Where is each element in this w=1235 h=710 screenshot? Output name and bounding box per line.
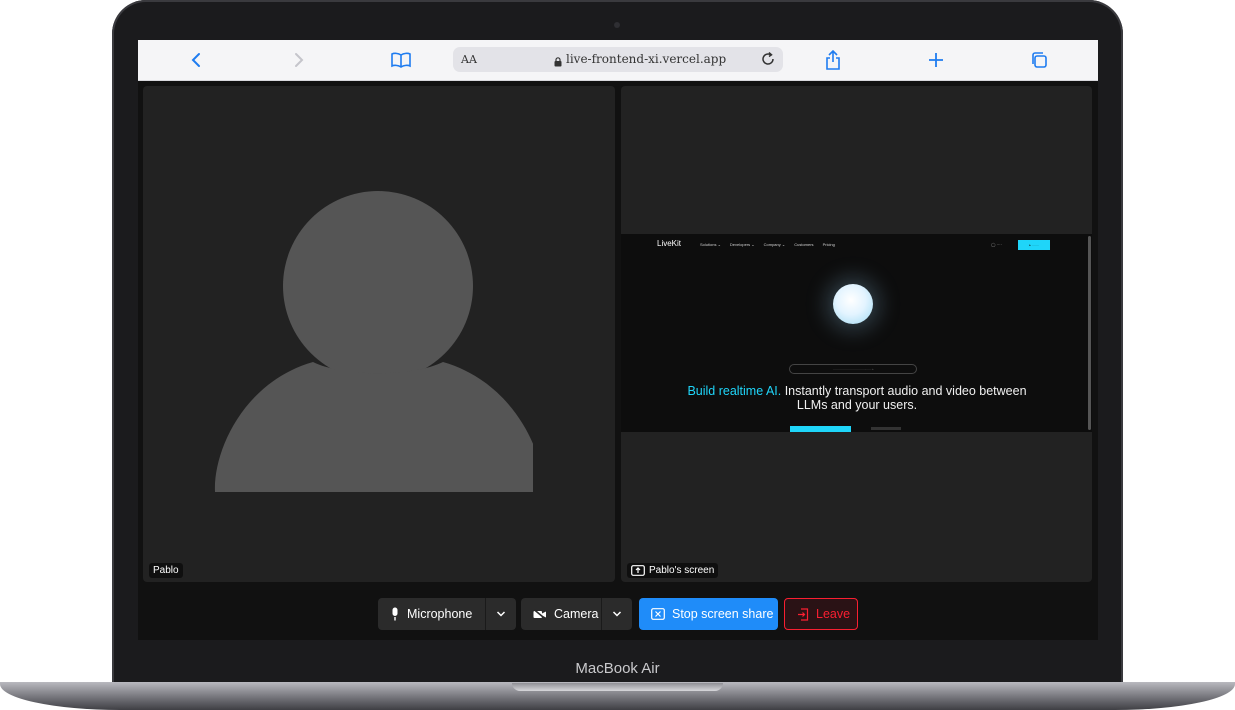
stop-screen-share-button[interactable]: Stop screen share bbox=[639, 598, 778, 630]
participant-name: Pablo's screen bbox=[649, 565, 715, 576]
shared-nav-item: Pricing bbox=[822, 242, 835, 247]
device-label: MacBook Air bbox=[575, 660, 660, 677]
shared-logo: LiveKit bbox=[657, 239, 682, 248]
stop-screen-share-label: Stop screen share bbox=[672, 607, 774, 621]
camera-button[interactable]: Camera bbox=[521, 598, 601, 630]
laptop-base-notch bbox=[512, 683, 723, 691]
participant-tile-camera[interactable]: Pablo bbox=[143, 86, 615, 582]
back-icon[interactable] bbox=[185, 49, 207, 71]
participant-tile-screen-share[interactable]: LiveKit Solutions ⌄ Developers ⌄ Company… bbox=[621, 86, 1092, 582]
share-icon[interactable] bbox=[822, 49, 844, 71]
shared-screen-content: LiveKit Solutions ⌄ Developers ⌄ Company… bbox=[621, 234, 1092, 432]
shared-nav-item: Company ⌄ bbox=[763, 242, 786, 247]
tabs-icon[interactable] bbox=[1028, 49, 1050, 71]
url-text: live-frontend-xi.vercel.app bbox=[566, 52, 727, 66]
camera-options-button[interactable] bbox=[601, 598, 632, 630]
microphone-options-button[interactable] bbox=[485, 598, 516, 630]
microphone-label: Microphone bbox=[407, 607, 473, 621]
shared-primary-cta bbox=[790, 426, 851, 432]
microphone-button[interactable]: Microphone bbox=[378, 598, 485, 630]
avatar-placeholder-icon bbox=[214, 191, 533, 492]
shared-headline-rest: Instantly transport audio and video betw… bbox=[781, 384, 1027, 412]
shared-secondary-cta bbox=[871, 427, 901, 430]
leave-icon bbox=[798, 607, 809, 621]
shared-github-badge: ◯ ···· bbox=[991, 242, 1002, 247]
stop-share-icon bbox=[651, 608, 665, 620]
camera-off-icon bbox=[533, 608, 547, 620]
lock-icon bbox=[554, 54, 562, 72]
bookmarks-icon[interactable] bbox=[390, 49, 412, 71]
leave-button[interactable]: Leave bbox=[784, 598, 858, 630]
text-size-button[interactable]: AA bbox=[461, 53, 477, 66]
new-tab-icon[interactable] bbox=[925, 49, 947, 71]
forward-icon[interactable] bbox=[288, 49, 310, 71]
webcam-dot bbox=[614, 22, 620, 28]
control-bar: Microphone Camera Stop screen share Leav… bbox=[138, 588, 1098, 640]
participant-name-tag: Pablo's screen bbox=[627, 563, 719, 578]
shared-orb-graphic bbox=[833, 284, 873, 324]
screen-share-icon bbox=[631, 565, 645, 576]
participant-name-tag: Pablo bbox=[149, 563, 183, 578]
shared-scrollbar bbox=[1088, 236, 1091, 430]
shared-nav-item: Developers ⌄ bbox=[729, 242, 755, 247]
chevron-down-icon bbox=[496, 611, 506, 617]
chevron-down-icon bbox=[612, 611, 622, 617]
shared-announcement-pill: ······································· … bbox=[789, 364, 917, 374]
shared-headline-accent: Build realtime AI. bbox=[687, 384, 782, 398]
address-bar[interactable]: AA live-frontend-xi.vercel.app bbox=[453, 47, 783, 72]
shared-nav-item: Solutions ⌄ bbox=[700, 242, 721, 247]
camera-label: Camera bbox=[554, 607, 599, 621]
microphone-icon bbox=[392, 607, 398, 621]
shared-nav-item: Customers bbox=[794, 242, 814, 247]
leave-label: Leave bbox=[816, 607, 851, 621]
shared-cta-button: ▸ ······· bbox=[1018, 240, 1050, 250]
browser-toolbar: AA live-frontend-xi.vercel.app bbox=[138, 40, 1098, 81]
participant-name: Pablo bbox=[153, 565, 179, 576]
shared-headline: Build realtime AI. Instantly transport a… bbox=[681, 384, 1033, 412]
shared-nav: Solutions ⌄ Developers ⌄ Company ⌄ Custo… bbox=[700, 242, 835, 247]
reload-icon[interactable] bbox=[759, 50, 777, 73]
laptop-screen: AA live-frontend-xi.vercel.app Pablo Liv… bbox=[138, 40, 1098, 640]
